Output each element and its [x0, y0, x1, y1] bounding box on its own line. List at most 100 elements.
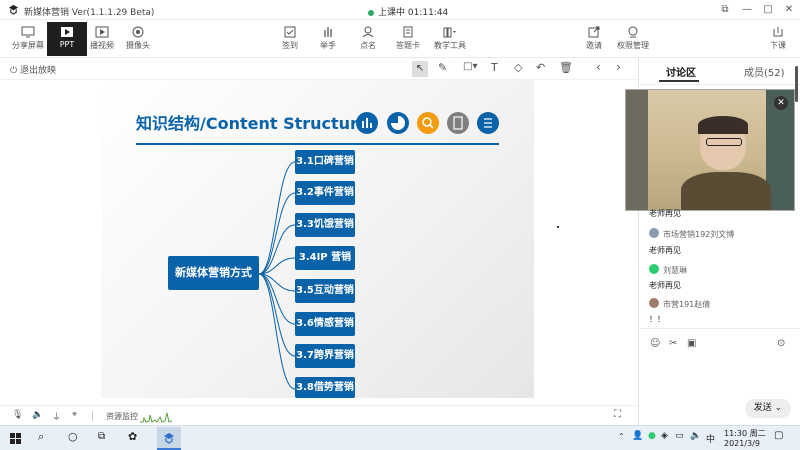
slide-control-bar: ⏻ 退出放映 ↖ ✎ □▾ T ◇ ↶ 🗑 ‹ › — [0, 58, 638, 80]
live-dot-icon — [368, 9, 374, 16]
mic-icon[interactable]: 🎙 — [12, 410, 23, 420]
volume-icon[interactable]: 🔈 — [690, 431, 701, 441]
cortana-icon[interactable]: ○ — [68, 430, 78, 443]
wechat-icon[interactable]: ● — [648, 431, 656, 441]
settings-icon[interactable]: ⊙ — [777, 338, 785, 349]
person-glasses — [706, 138, 742, 146]
ppt-icon — [61, 27, 73, 37]
camera-button[interactable]: 摄像头 — [118, 22, 158, 56]
chat-sender: 市场营销192刘文博 — [663, 230, 735, 239]
notification-icon[interactable]: ▢ — [774, 430, 783, 441]
roll-call-label: 点名 — [360, 41, 376, 50]
ppt-label: PPT — [59, 40, 75, 49]
permissions-button[interactable]: 权限管理 — [610, 22, 656, 56]
sign-in-button[interactable]: 签到 — [270, 22, 310, 56]
invite-label: 邀请 — [586, 41, 602, 50]
windows-start-icon[interactable] — [10, 433, 21, 444]
restore-icon[interactable]: ⧉ — [718, 3, 732, 17]
toolbar: 分享屏幕 PPT 播视频 摄像头 签到 举手 点名 答题卡 教学工具 邀请 权限… — [0, 20, 800, 58]
search-icon[interactable]: ⌕ — [38, 430, 44, 444]
emoji-icon[interactable]: ☺ — [650, 338, 660, 349]
fan-app-icon[interactable]: ✿ — [128, 430, 137, 443]
minimize-icon[interactable]: — — [740, 3, 754, 17]
tab-divider — [639, 84, 800, 85]
ime-indicator[interactable]: 中 — [706, 432, 715, 445]
close-video-icon[interactable]: ✕ — [774, 96, 788, 110]
avatar — [649, 298, 659, 308]
play-video-button[interactable]: 播视频 — [82, 22, 122, 56]
end-class-button[interactable]: 下课 — [758, 22, 798, 56]
taskbar-app-active[interactable] — [157, 427, 181, 450]
branch-node: 3.2事件营销 — [295, 181, 355, 205]
teaching-tools-label: 教学工具 — [434, 41, 466, 50]
next-page-icon[interactable]: › — [616, 60, 621, 74]
pointer-icon[interactable]: ↖ — [412, 61, 428, 77]
fullscreen-icon[interactable]: ⛶ — [614, 409, 621, 420]
sign-in-label: 签到 — [282, 41, 298, 50]
roll-call-button[interactable]: 点名 — [348, 22, 388, 56]
message-input[interactable] — [639, 353, 789, 393]
permissions-icon — [628, 26, 638, 38]
close-icon[interactable]: ✕ — [782, 3, 796, 17]
answer-card-button[interactable]: 答题卡 — [388, 22, 428, 56]
tab-discussion[interactable]: 讨论区 — [666, 64, 696, 79]
cursor-dot — [557, 226, 559, 228]
tab-members[interactable]: 成员(52) — [744, 64, 785, 79]
end-class-icon — [773, 27, 783, 37]
task-view-icon[interactable]: ⧉ — [98, 431, 105, 442]
roll-call-icon — [362, 26, 374, 38]
display-icon[interactable]: ▭ — [675, 431, 684, 441]
shape-icon[interactable]: □▾ — [463, 61, 477, 72]
answer-card-icon — [403, 26, 413, 38]
play-video-label: 播视频 — [90, 41, 114, 50]
invite-icon — [588, 26, 600, 38]
text-icon[interactable]: T — [491, 61, 498, 74]
clock-time[interactable]: 11:30 周二 — [724, 428, 766, 439]
chat-message: 老师再见 — [649, 281, 681, 290]
checkin-icon — [284, 26, 296, 38]
divider — [92, 411, 93, 421]
video-icon — [95, 26, 109, 38]
scrollbar[interactable] — [795, 66, 798, 102]
clock-date[interactable]: 2021/3/9 — [724, 439, 760, 448]
chat-sender: 市营191赵倩 — [663, 300, 711, 309]
shield-icon[interactable]: ◈ — [661, 431, 668, 441]
end-class-label: 下课 — [770, 41, 786, 50]
network-icon[interactable]: ⏚ — [52, 410, 61, 423]
undo-icon[interactable]: ↶ — [536, 61, 545, 74]
raise-hand-button[interactable]: 举手 — [308, 22, 348, 56]
send-button[interactable]: 发送 ⌄ — [745, 399, 791, 418]
ppt-button[interactable]: PPT — [47, 22, 87, 56]
root-node: 新媒体营销方式 — [168, 256, 259, 290]
app-logo-icon — [164, 433, 174, 444]
chat-message: 老师再见 — [649, 209, 681, 218]
prev-page-icon[interactable]: ‹ — [596, 60, 601, 74]
eraser-icon[interactable]: ◇ — [514, 61, 522, 74]
person-hair — [698, 116, 748, 134]
trash-icon[interactable]: 🗑 — [559, 61, 573, 74]
people-icon[interactable]: 👤 — [632, 431, 643, 441]
resource-monitor-label: 资源监控 — [106, 412, 138, 421]
exit-slideshow-label: 退出放映 — [19, 66, 56, 76]
branch-node: 3.5互动营销 — [295, 279, 355, 303]
camera-label: 摄像头 — [126, 41, 150, 50]
share-screen-button[interactable]: 分享屏幕 — [8, 22, 48, 56]
invite-button[interactable]: 邀请 — [574, 22, 614, 56]
tray-expand-icon[interactable]: ⌃ — [618, 432, 625, 441]
image-icon[interactable]: ▣ — [687, 338, 696, 349]
send-label: 发送 — [753, 403, 772, 413]
permissions-label: 权限管理 — [617, 41, 649, 50]
branch-node: 3.3饥饿营销 — [295, 213, 355, 237]
exit-slideshow-button[interactable]: ⏻ 退出放映 — [10, 63, 56, 76]
scissors-icon[interactable]: ✂ — [669, 338, 677, 349]
teaching-tools-button[interactable]: 教学工具 — [428, 22, 472, 56]
maximize-icon[interactable]: □ — [761, 3, 775, 17]
bottom-bar: 🎙 🔈 ⏚ ⌖ 资源监控 ⛶ — [0, 405, 638, 425]
location-icon[interactable]: ⌖ — [72, 410, 77, 420]
hand-icon — [324, 27, 332, 37]
speaker-icon[interactable]: 🔈 — [32, 410, 43, 420]
side-panel: 讨论区 成员(52) ✕ 老师再见 市场营销192刘文博 老师再见 刘慧琳 老师… — [625, 58, 800, 425]
wechat-avatar-icon — [649, 264, 659, 274]
app-logo-icon — [8, 4, 19, 15]
pen-icon[interactable]: ✎ — [438, 61, 447, 74]
